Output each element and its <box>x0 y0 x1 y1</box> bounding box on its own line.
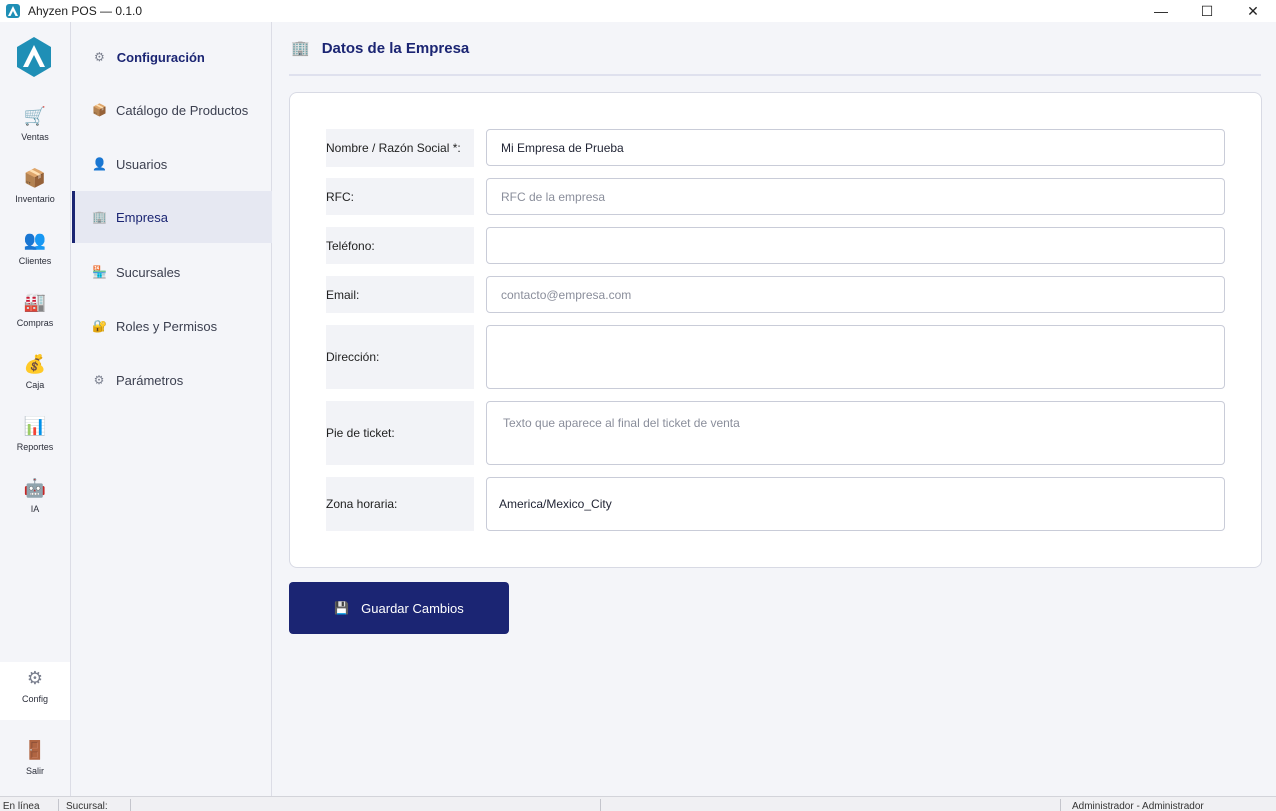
rail-item-label: Compras <box>16 318 54 328</box>
main-rail: 🛒 Ventas 📦 Inventario 👥 Clientes 🏭 Compr… <box>0 22 71 796</box>
rail-item-reportes[interactable]: 📊 Reportes <box>0 410 70 466</box>
rail-item-label: Caja <box>25 380 45 390</box>
rail-item-label: Ventas <box>21 132 49 142</box>
floppy-disk-icon: 💾 <box>334 601 350 615</box>
chart-icon: 📊 <box>23 416 47 436</box>
save-changes-button[interactable]: 💾 Guardar Cambios <box>289 582 509 634</box>
rfc-input[interactable]: RFC de la empresa <box>486 178 1225 215</box>
subnav-title: Configuración <box>116 49 205 65</box>
form-row-rfc: RFC: RFC de la empresa <box>326 178 1226 215</box>
form-row-pie-ticket: Pie de ticket: Texto que aparece al fina… <box>326 401 1226 465</box>
subnav-item-label: Sucursales <box>116 264 181 280</box>
direccion-label: Dirección: <box>326 325 474 389</box>
brand-logo-icon[interactable] <box>14 36 54 78</box>
box-icon: 📦 <box>23 168 47 188</box>
form-row-zona-horaria: Zona horaria: America/Mexico_City <box>326 477 1226 531</box>
direccion-textarea[interactable] <box>486 325 1225 389</box>
zona-horaria-input[interactable]: America/Mexico_City <box>486 477 1225 531</box>
rail-item-clientes[interactable]: 👥 Clientes <box>0 224 70 280</box>
subnav-item-usuarios[interactable]: 👤 Usuarios <box>72 138 272 190</box>
pie-ticket-label: Pie de ticket: <box>326 401 474 465</box>
subnav-item-sucursales[interactable]: 🏪 Sucursales <box>72 246 272 298</box>
rail-item-label: Clientes <box>18 256 52 266</box>
page-title: Datos de la Empresa <box>321 39 470 57</box>
app-logo-icon <box>6 4 20 18</box>
user-status: Administrador - Administrador <box>1072 801 1204 811</box>
form-row-razon-social: Nombre / Razón Social *: Mi Empresa de P… <box>326 129 1226 167</box>
rail-item-config[interactable]: ⚙ Config <box>0 662 70 720</box>
minimize-button[interactable]: — <box>1138 0 1184 22</box>
rail-item-salir[interactable]: 🚪 Salir <box>0 734 70 790</box>
telefono-input[interactable] <box>486 227 1225 264</box>
main-content: 🏢 Datos de la Empresa Nombre / Razón Soc… <box>273 22 1276 796</box>
gear-icon: ⚙ <box>26 668 44 688</box>
window-title: Ahyzen POS — 0.1.0 <box>28 4 143 18</box>
connection-status: ● En línea <box>0 801 40 811</box>
window-titlebar: Ahyzen POS — 0.1.0 — ☐ ✕ <box>0 0 1276 22</box>
office-building-icon: 🏢 <box>92 210 107 224</box>
subnav-item-label: Roles y Permisos <box>116 318 218 334</box>
shopping-cart-icon: 🛒 <box>23 106 47 126</box>
subnav-item-label: Parámetros <box>116 372 184 388</box>
rail-item-compras[interactable]: 🏭 Compras <box>0 286 70 342</box>
rail-item-ventas[interactable]: 🛒 Ventas <box>0 100 70 156</box>
status-separator <box>130 799 131 811</box>
rail-item-label: Config <box>21 694 48 704</box>
subnav-header: ⚙ Configuración <box>72 22 272 92</box>
pie-ticket-textarea[interactable]: Texto que aparece al final del ticket de… <box>486 401 1225 465</box>
rail-item-label: Salir <box>25 766 44 776</box>
company-form-card: Nombre / Razón Social *: Mi Empresa de P… <box>289 92 1262 568</box>
rail-item-label: Reportes <box>16 442 54 452</box>
rail-item-ia[interactable]: 🤖 IA <box>0 472 70 528</box>
maximize-button[interactable]: ☐ <box>1184 0 1230 22</box>
status-separator <box>58 799 59 811</box>
status-separator <box>600 799 601 811</box>
rail-item-caja[interactable]: 💰 Caja <box>0 348 70 404</box>
box-icon: 📦 <box>92 103 107 117</box>
rail-item-inventario[interactable]: 📦 Inventario <box>0 162 70 218</box>
zona-horaria-label: Zona horaria: <box>326 477 474 531</box>
gear-icon: ⚙ <box>94 50 105 64</box>
page-header: 🏢 Datos de la Empresa <box>289 22 1261 76</box>
gear-icon: ⚙ <box>93 373 105 387</box>
subnav-item-label: Usuarios <box>116 156 168 172</box>
window-controls: — ☐ ✕ <box>1138 0 1276 22</box>
office-building-icon: 🏢 <box>291 40 310 57</box>
factory-icon: 🏭 <box>23 292 47 312</box>
subnav-item-empresa[interactable]: 🏢 Empresa <box>72 191 272 243</box>
rail-item-label: Inventario <box>15 194 55 204</box>
save-changes-label: Guardar Cambios <box>361 600 464 616</box>
subnav-item-label: Catálogo de Productos <box>116 102 249 118</box>
status-separator <box>1060 799 1061 811</box>
email-input[interactable]: contacto@empresa.com <box>486 276 1225 313</box>
rail-item-label: IA <box>30 504 40 514</box>
branch-status: Sucursal: <box>66 801 108 811</box>
lock-icon: 🔐 <box>92 319 107 333</box>
status-bar: ● En línea Sucursal: Administrador - Adm… <box>0 796 1276 811</box>
money-bag-icon: 💰 <box>23 354 47 374</box>
form-row-email: Email: contacto@empresa.com <box>326 276 1226 313</box>
subnav-item-parametros[interactable]: ⚙ Parámetros <box>72 354 272 406</box>
config-subnav: ⚙ Configuración 📦 Catálogo de Productos … <box>72 22 272 796</box>
subnav-item-roles[interactable]: 🔐 Roles y Permisos <box>72 300 272 352</box>
form-row-telefono: Teléfono: <box>326 227 1226 264</box>
users-icon: 👥 <box>23 230 47 250</box>
rfc-label: RFC: <box>326 178 474 215</box>
telefono-label: Teléfono: <box>326 227 474 264</box>
subnav-item-catalogo[interactable]: 📦 Catálogo de Productos <box>72 84 272 136</box>
email-label: Email: <box>326 276 474 313</box>
razon-social-label: Nombre / Razón Social *: <box>326 129 474 167</box>
form-row-direccion: Dirección: <box>326 325 1226 389</box>
subnav-item-label: Empresa <box>116 209 169 225</box>
store-icon: 🏪 <box>92 265 107 279</box>
user-icon: 👤 <box>92 157 107 171</box>
razon-social-input[interactable]: Mi Empresa de Prueba <box>486 129 1225 166</box>
robot-icon: 🤖 <box>23 478 47 498</box>
door-icon: 🚪 <box>23 740 47 760</box>
close-button[interactable]: ✕ <box>1230 0 1276 22</box>
